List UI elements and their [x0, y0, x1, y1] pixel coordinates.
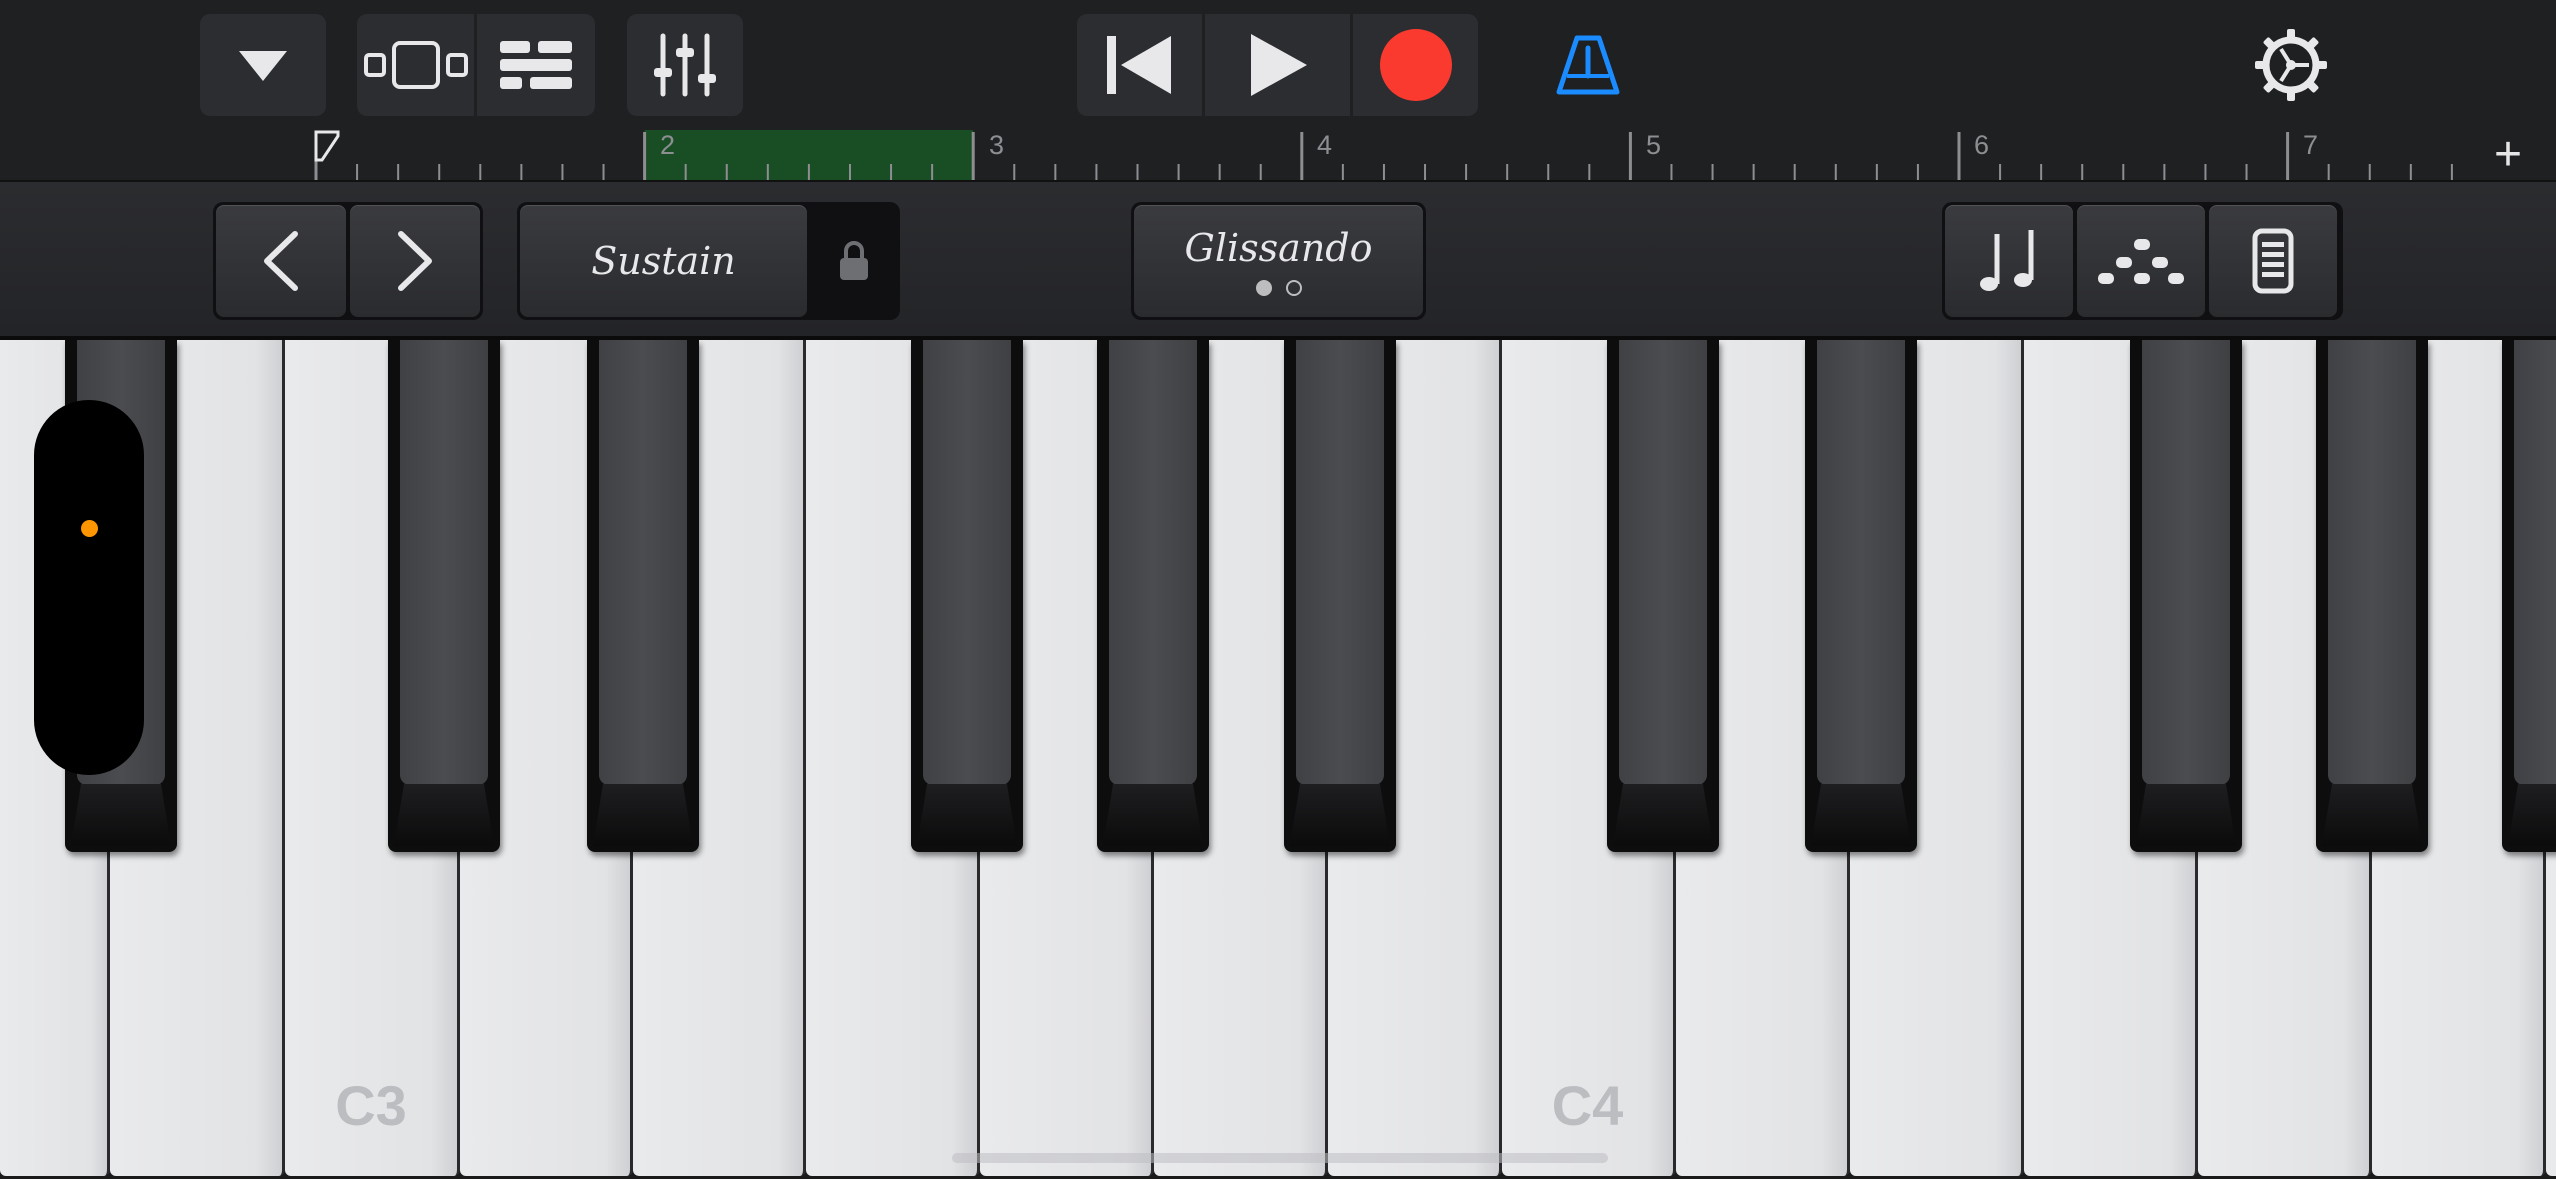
bar-number: 3	[989, 130, 1005, 160]
black-key[interactable]	[1607, 340, 1719, 852]
playhead-icon[interactable]	[314, 130, 340, 162]
black-key[interactable]	[388, 340, 500, 852]
view-toggle-group	[357, 14, 595, 116]
browser-dropdown-icon	[239, 51, 287, 81]
metronome-icon	[1556, 35, 1620, 95]
glissando-label: Glissando	[1184, 226, 1373, 270]
arpeggiator-icon	[2098, 239, 2184, 284]
browser-dropdown-button[interactable]	[200, 14, 326, 116]
mixer-icon	[654, 33, 716, 97]
sustain-lock-icon	[840, 241, 868, 280]
home-indicator[interactable]	[952, 1153, 1608, 1163]
sustain-label: Sustain	[591, 239, 736, 283]
tracks-view-icon	[363, 41, 468, 89]
record-button[interactable]	[1353, 14, 1478, 116]
page-dot	[1285, 280, 1302, 296]
play-button[interactable]	[1205, 14, 1350, 116]
go-to-beginning-icon	[1106, 36, 1171, 94]
record-icon	[1379, 29, 1452, 101]
octave-up-chevron-icon	[398, 231, 432, 291]
sustain-button[interactable]: Sustain	[520, 205, 807, 317]
settings-button[interactable]	[2236, 14, 2346, 116]
settings-gear-icon	[2255, 29, 2327, 101]
octave-buttons	[213, 202, 483, 320]
track-list-button[interactable]	[477, 14, 595, 116]
octave-down-button[interactable]	[216, 205, 346, 317]
glissando-page-dots	[1255, 280, 1302, 296]
sustain-lock-button[interactable]	[811, 205, 897, 317]
glissando-control: Glissando	[1131, 202, 1426, 320]
page-dot	[1255, 280, 1272, 296]
piano-keyboard: C3 C4	[0, 340, 2556, 1179]
ruler-ticks	[314, 130, 2453, 180]
keyboard-controls-strip: Sustain Glissando	[0, 180, 2556, 340]
bar-number: 7	[2303, 130, 2319, 160]
black-key[interactable]	[587, 340, 699, 852]
black-key[interactable]	[1805, 340, 1917, 852]
note-label-c3: C3	[335, 1074, 407, 1137]
go-to-beginning-button[interactable]	[1077, 14, 1202, 116]
top-toolbar	[0, 0, 2556, 130]
transport-group	[1077, 14, 1478, 116]
range-indicator-dot	[81, 520, 98, 537]
keyboard-range-handle[interactable]	[34, 400, 144, 775]
timeline-ruler[interactable]: 2 3 4 5 6 7 +	[0, 130, 2556, 180]
black-key[interactable]	[1097, 340, 1209, 852]
add-section-button[interactable]: +	[2478, 130, 2538, 180]
black-key[interactable]	[1284, 340, 1396, 852]
glissando-button[interactable]: Glissando	[1134, 205, 1423, 317]
keyboard-settings-icon	[2252, 228, 2294, 294]
keyboard-settings-button[interactable]	[2209, 205, 2337, 317]
note-label-c4: C4	[1551, 1074, 1624, 1137]
notes-button[interactable]	[1945, 205, 2073, 317]
tracks-view-button[interactable]	[357, 14, 474, 116]
bar-number: 2	[660, 130, 676, 160]
notes-icon	[1980, 230, 2034, 291]
keyboard-options-group	[1942, 202, 2343, 320]
bar-number: 5	[1646, 130, 1662, 160]
mixer-button[interactable]	[627, 14, 743, 116]
sustain-control: Sustain	[517, 202, 900, 320]
arpeggiator-button[interactable]	[2077, 205, 2205, 317]
bar-number: 4	[1317, 130, 1333, 160]
play-icon	[1250, 34, 1307, 96]
black-key[interactable]	[911, 340, 1023, 852]
metronome-button[interactable]	[1530, 14, 1646, 116]
black-key[interactable]	[2502, 340, 2556, 852]
octave-up-button[interactable]	[350, 205, 480, 317]
octave-down-chevron-icon	[264, 231, 298, 291]
bar-number: 6	[1974, 130, 1990, 160]
black-key[interactable]	[2130, 340, 2242, 852]
black-key[interactable]	[2316, 340, 2428, 852]
track-list-icon	[500, 41, 572, 89]
